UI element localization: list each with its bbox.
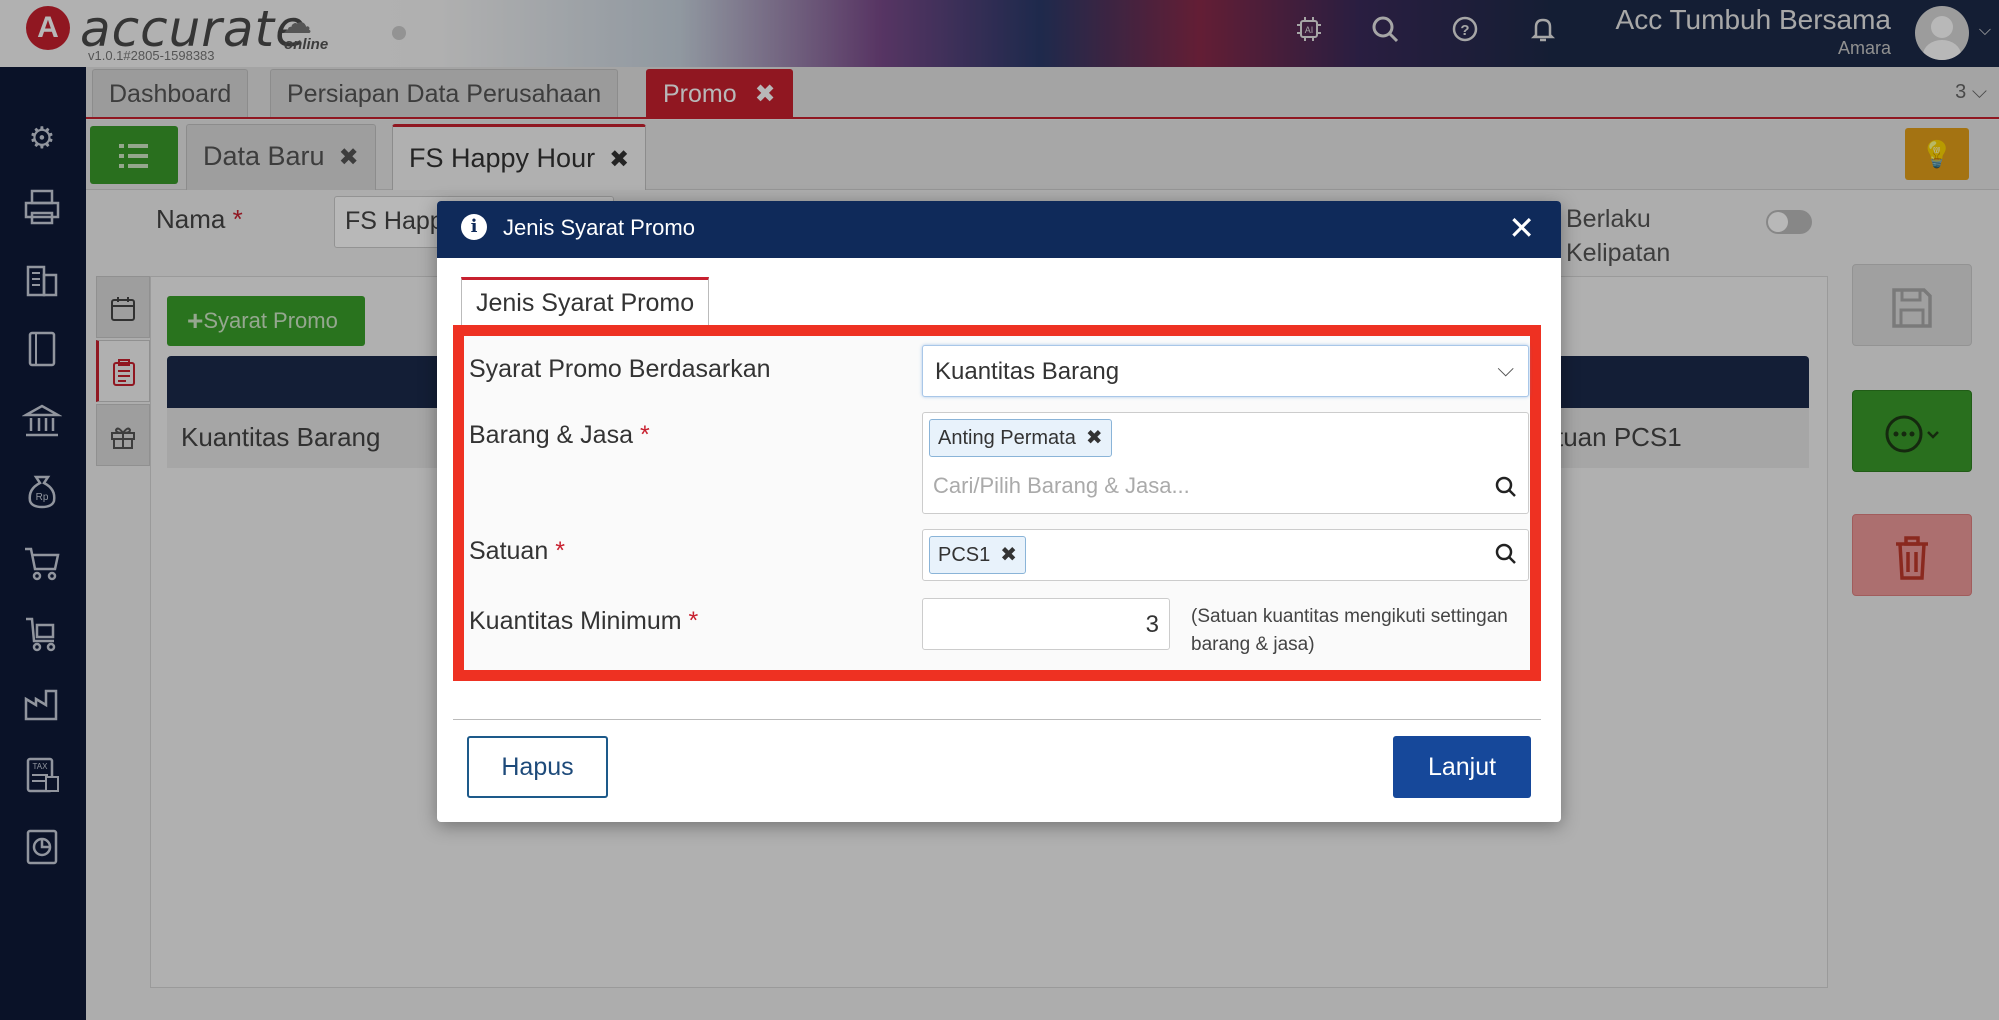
item-chip-label: Anting Permata <box>938 427 1076 449</box>
next-button[interactable]: Lanjut <box>1393 736 1531 798</box>
delete-button[interactable]: Hapus <box>467 736 608 798</box>
unit-label-text: Satuan <box>469 537 549 565</box>
basis-label: Syarat Promo Berdasarkan <box>469 355 771 383</box>
divider <box>453 719 1541 720</box>
qty-note: (Satuan kuantitas mengikuti settingan ba… <box>1191 606 1508 655</box>
search-icon[interactable] <box>1494 542 1518 572</box>
remove-chip-icon[interactable]: ✖ <box>1086 427 1103 449</box>
basis-select-value: Kuantitas Barang <box>935 358 1120 385</box>
close-icon[interactable]: ✕ <box>1508 209 1535 247</box>
chevron-down-icon: ⌵ <box>1497 356 1514 381</box>
remove-chip-icon[interactable]: ✖ <box>1000 544 1017 566</box>
tab-jenis-syarat-promo[interactable]: Jenis Syarat Promo <box>461 277 710 327</box>
search-icon[interactable] <box>1494 475 1518 505</box>
required-mark: * <box>688 607 699 635</box>
items-search-input[interactable]: Cari/Pilih Barang & Jasa... <box>933 473 1190 499</box>
unit-chip-label: PCS1 <box>938 544 991 566</box>
unit-label: Satuan * <box>469 537 565 566</box>
item-chip: Anting Permata ✖ <box>929 419 1112 457</box>
jenis-syarat-promo-dialog: i Jenis Syarat Promo ✕ Jenis Syarat Prom… <box>437 201 1561 822</box>
qty-label-text: Kuantitas Minimum <box>469 607 682 635</box>
items-label: Barang & Jasa * <box>469 421 650 450</box>
items-label-text: Barang & Jasa <box>469 421 633 449</box>
dialog-header: i Jenis Syarat Promo ✕ <box>437 201 1561 258</box>
dialog-title: Jenis Syarat Promo <box>503 215 695 240</box>
info-icon: i <box>461 214 487 240</box>
unit-chip: PCS1 ✖ <box>929 536 1027 574</box>
qty-minimum-input[interactable]: 3 <box>922 598 1170 650</box>
required-mark: * <box>555 537 565 565</box>
required-mark: * <box>639 421 650 449</box>
unit-multiselect[interactable]: PCS1 ✖ <box>922 529 1529 581</box>
qty-label: Kuantitas Minimum * <box>469 607 698 636</box>
basis-select[interactable]: Kuantitas Barang ⌵ <box>922 345 1529 397</box>
items-multiselect[interactable]: Anting Permata ✖ Cari/Pilih Barang & Jasa… <box>922 412 1529 514</box>
